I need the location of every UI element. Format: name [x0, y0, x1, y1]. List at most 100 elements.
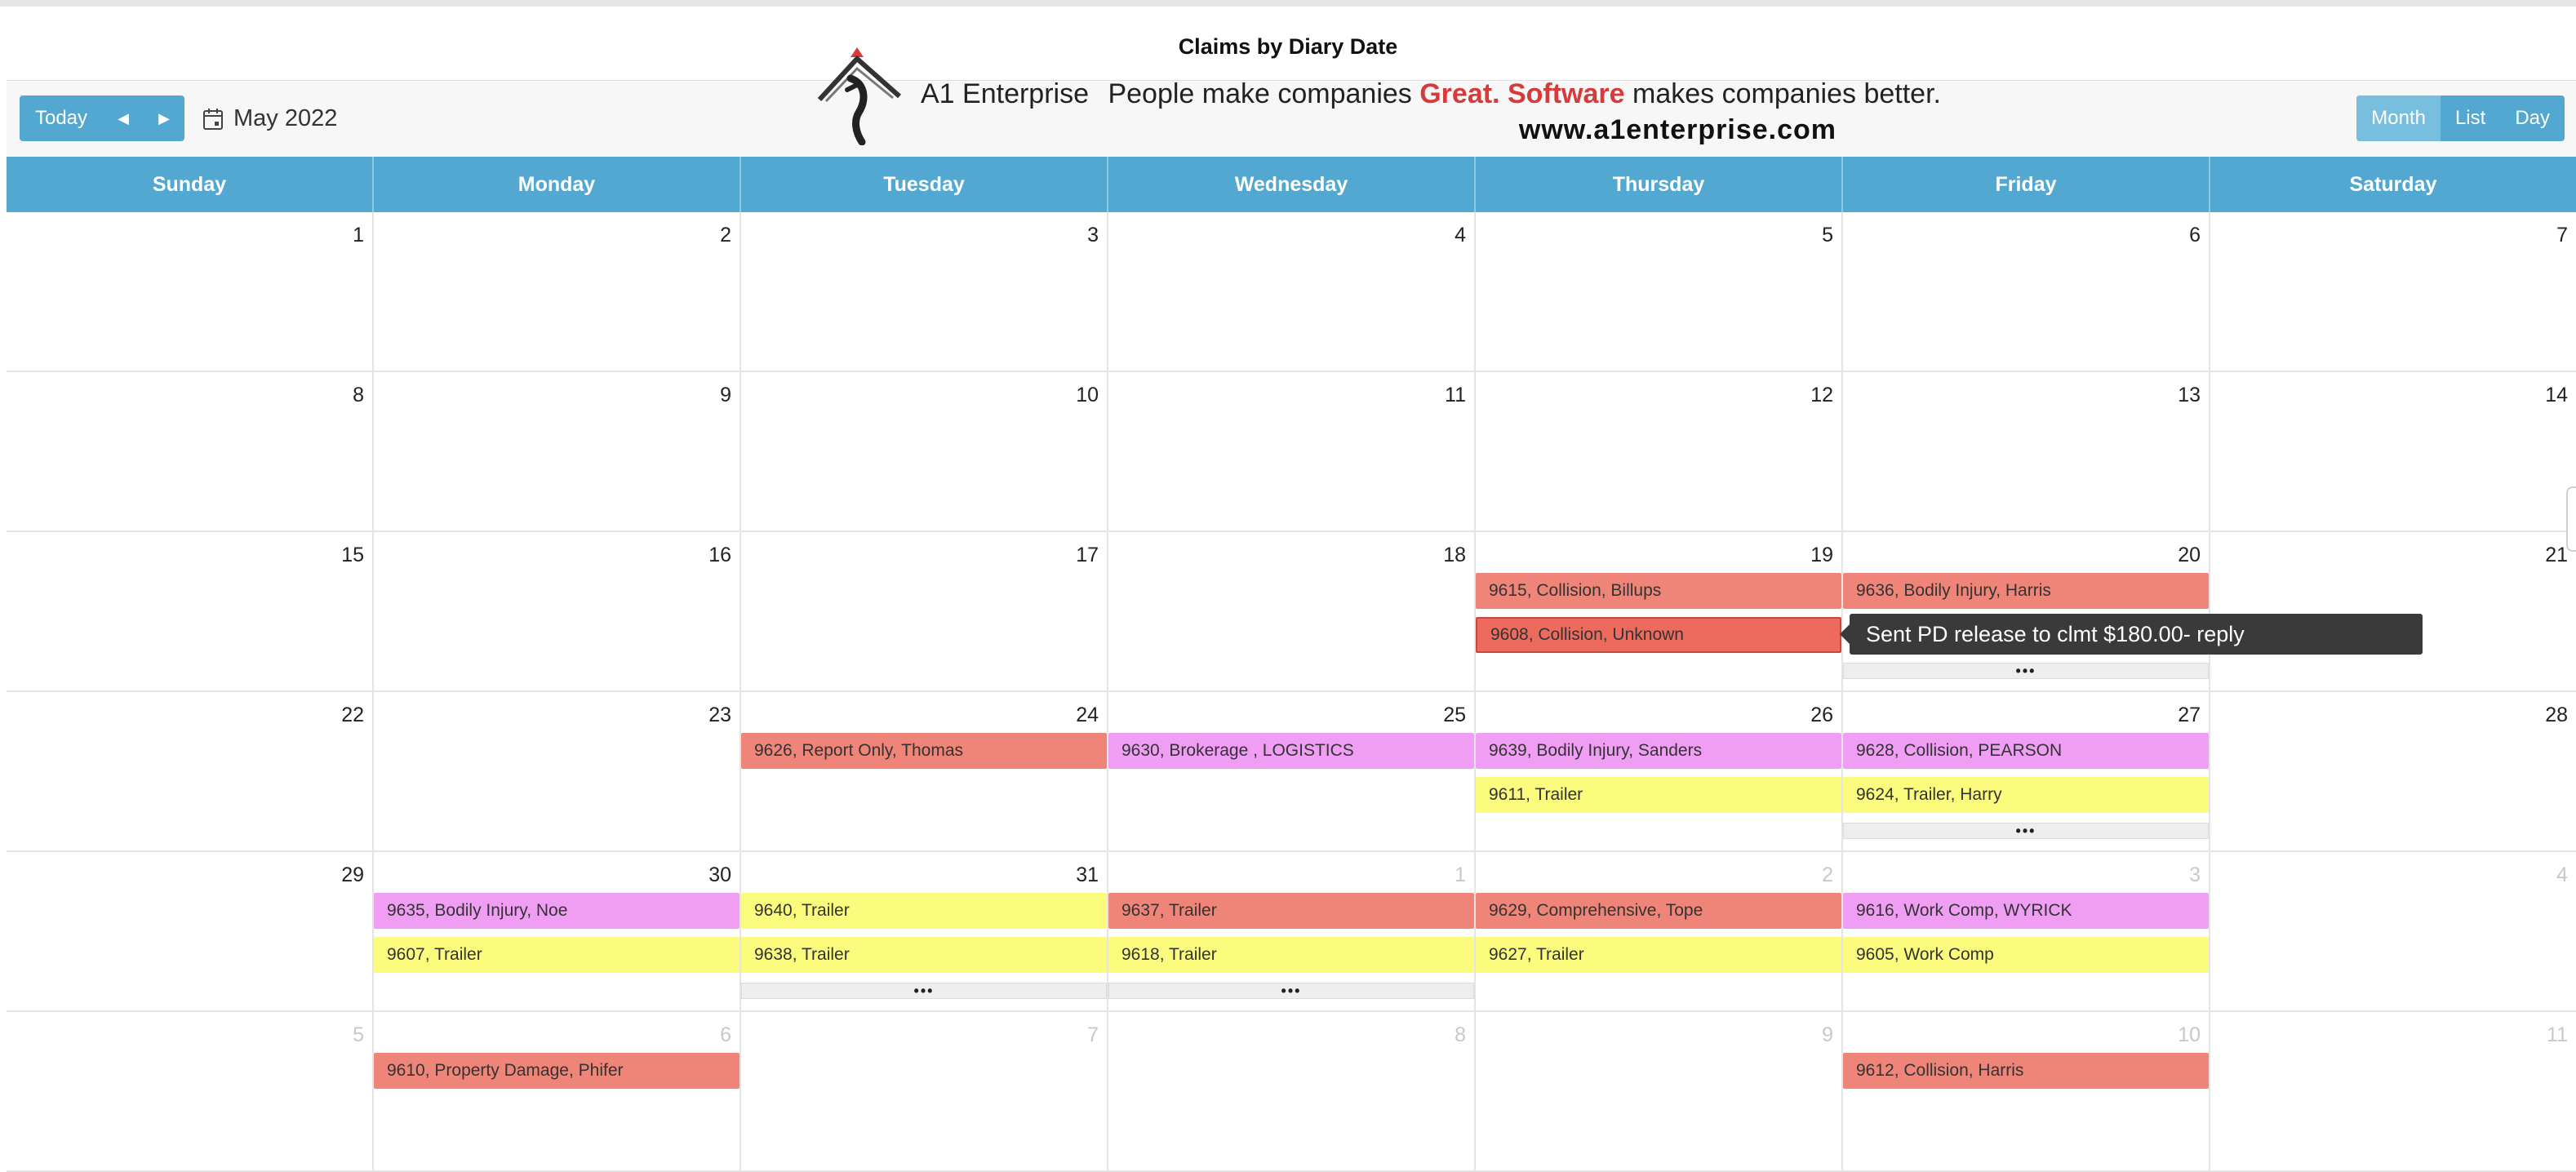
previous-month-icon[interactable]: ◀	[103, 95, 144, 141]
day-cell[interactable]: 30 9635, Bodily Injury, Noe 9607, Trailer	[374, 852, 741, 1010]
day-number[interactable]: 10	[1076, 384, 1099, 407]
day-number[interactable]: 6	[720, 1023, 731, 1047]
calendar-event[interactable]: 9638, Trailer	[741, 937, 1107, 973]
day-number[interactable]: 19	[1810, 544, 1833, 567]
calendar-event[interactable]: 9639, Bodily Injury, Sanders	[1476, 733, 1841, 769]
day-cell[interactable]: 10 9612, Collision, Harris	[1843, 1012, 2210, 1170]
day-cell[interactable]: 19 9615, Collision, Billups 9608, Collisio…	[1476, 532, 1843, 690]
day-number[interactable]: 16	[708, 544, 731, 567]
day-cell[interactable]: 28	[2210, 692, 2576, 850]
calendar-event[interactable]: 9610, Property Damage, Phifer	[374, 1053, 739, 1089]
day-number[interactable]: 11	[1445, 384, 1466, 407]
calendar-event[interactable]: 9612, Collision, Harris	[1843, 1053, 2209, 1089]
day-cell[interactable]: 25 9630, Brokerage , LOGISTICS	[1108, 692, 1476, 850]
calendar-event[interactable]: 9607, Trailer	[374, 937, 739, 973]
day-number[interactable]: 7	[1087, 1023, 1099, 1047]
day-number[interactable]: 14	[2545, 384, 2568, 407]
calendar-event[interactable]: 9608, Collision, Unknown	[1476, 617, 1841, 653]
side-panel-handle[interactable]	[2566, 486, 2576, 552]
day-number[interactable]: 1	[1455, 863, 1466, 887]
day-number[interactable]: 12	[1810, 384, 1833, 407]
today-button[interactable]: Today	[20, 95, 103, 141]
day-cell[interactable]: 27 9628, Collision, PEARSON 9624, Trailer,…	[1843, 692, 2210, 850]
calendar-event[interactable]: 9636, Bodily Injury, Harris	[1843, 573, 2209, 609]
day-number[interactable]: 29	[341, 863, 364, 887]
calendar-event[interactable]: 9630, Brokerage , LOGISTICS	[1108, 733, 1474, 769]
calendar-event[interactable]: 9611, Trailer	[1476, 777, 1841, 813]
view-list-button[interactable]: List	[2441, 95, 2500, 141]
day-number[interactable]: 10	[2178, 1023, 2201, 1047]
day-number[interactable]: 7	[2556, 224, 2568, 247]
day-number[interactable]: 6	[2189, 224, 2201, 247]
day-cell[interactable]: 26 9639, Bodily Injury, Sanders 9611, Trai…	[1476, 692, 1843, 850]
day-number[interactable]: 2	[1822, 863, 1833, 887]
calendar-event[interactable]: 9616, Work Comp, WYRICK	[1843, 893, 2209, 929]
day-number[interactable]: 8	[353, 384, 364, 407]
more-events-button[interactable]: •••	[1108, 983, 1474, 999]
day-number[interactable]: 22	[341, 704, 364, 727]
day-number[interactable]: 23	[708, 704, 731, 727]
calendar-event[interactable]: 9624, Trailer, Harry	[1843, 777, 2209, 813]
day-number[interactable]: 11	[2547, 1023, 2568, 1047]
day-number[interactable]: 24	[1076, 704, 1099, 727]
day-cell[interactable]: 7	[2210, 212, 2576, 371]
day-cell[interactable]: 15	[7, 532, 374, 690]
day-number[interactable]: 5	[353, 1023, 364, 1047]
day-number[interactable]: 1	[353, 224, 364, 247]
calendar-event[interactable]: 9626, Report Only, Thomas	[741, 733, 1107, 769]
view-day-button[interactable]: Day	[2500, 95, 2565, 141]
day-cell[interactable]: 2	[374, 212, 741, 371]
day-cell[interactable]: 8	[1108, 1012, 1476, 1170]
day-number[interactable]: 27	[2178, 704, 2201, 727]
day-cell[interactable]: 14	[2210, 372, 2576, 531]
day-number[interactable]: 30	[708, 863, 731, 887]
day-cell[interactable]: 11	[1108, 372, 1476, 531]
view-month-button[interactable]: Month	[2356, 95, 2441, 141]
day-cell[interactable]: 11	[2210, 1012, 2576, 1170]
day-number[interactable]: 9	[1822, 1023, 1833, 1047]
more-events-button[interactable]: •••	[1843, 663, 2209, 679]
day-cell[interactable]: 7	[741, 1012, 1108, 1170]
day-cell[interactable]: 23	[374, 692, 741, 850]
more-events-button[interactable]: •••	[741, 983, 1107, 999]
calendar-event[interactable]: 9605, Work Comp	[1843, 937, 2209, 973]
calendar-event[interactable]: 9618, Trailer	[1108, 937, 1474, 973]
calendar-event[interactable]: 9628, Collision, PEARSON	[1843, 733, 2209, 769]
day-cell[interactable]: 20 9636, Bodily Injury, Harris •••	[1843, 532, 2210, 690]
day-number[interactable]: 26	[1810, 704, 1833, 727]
day-cell[interactable]: 3	[741, 212, 1108, 371]
day-cell[interactable]: 9	[374, 372, 741, 531]
calendar-event[interactable]: 9640, Trailer	[741, 893, 1107, 929]
day-cell[interactable]: 1	[7, 212, 374, 371]
day-cell[interactable]: 22	[7, 692, 374, 850]
calendar-event[interactable]: 9629, Comprehensive, Tope	[1476, 893, 1841, 929]
calendar-event[interactable]: 9637, Trailer	[1108, 893, 1474, 929]
day-number[interactable]: 15	[341, 544, 364, 567]
day-number[interactable]: 21	[2545, 544, 2568, 567]
day-cell[interactable]: 5	[1476, 212, 1843, 371]
calendar-event[interactable]: 9627, Trailer	[1476, 937, 1841, 973]
day-cell[interactable]: 31 9640, Trailer 9638, Trailer •••	[741, 852, 1108, 1010]
day-cell[interactable]: 1 9637, Trailer 9618, Trailer •••	[1108, 852, 1476, 1010]
day-number[interactable]: 4	[1455, 224, 1466, 247]
more-events-button[interactable]: •••	[1843, 823, 2209, 839]
day-cell[interactable]: 6 9610, Property Damage, Phifer	[374, 1012, 741, 1170]
day-number[interactable]: 2	[720, 224, 731, 247]
day-number[interactable]: 3	[1087, 224, 1099, 247]
day-cell[interactable]: 10	[741, 372, 1108, 531]
day-cell[interactable]: 2 9629, Comprehensive, Tope 9627, Trailer	[1476, 852, 1843, 1010]
day-cell[interactable]: 13	[1843, 372, 2210, 531]
day-number[interactable]: 28	[2545, 704, 2568, 727]
calendar-event[interactable]: 9615, Collision, Billups	[1476, 573, 1841, 609]
day-cell[interactable]: 5	[7, 1012, 374, 1170]
day-cell[interactable]: 6	[1843, 212, 2210, 371]
day-cell[interactable]: 29	[7, 852, 374, 1010]
day-number[interactable]: 13	[2178, 384, 2201, 407]
day-number[interactable]: 31	[1076, 863, 1099, 887]
day-number[interactable]: 20	[2178, 544, 2201, 567]
day-cell[interactable]: 17	[741, 532, 1108, 690]
day-number[interactable]: 18	[1443, 544, 1466, 567]
calendar-event[interactable]: 9635, Bodily Injury, Noe	[374, 893, 739, 929]
current-date-display[interactable]: May 2022	[202, 105, 337, 132]
day-number[interactable]: 3	[2189, 863, 2201, 887]
